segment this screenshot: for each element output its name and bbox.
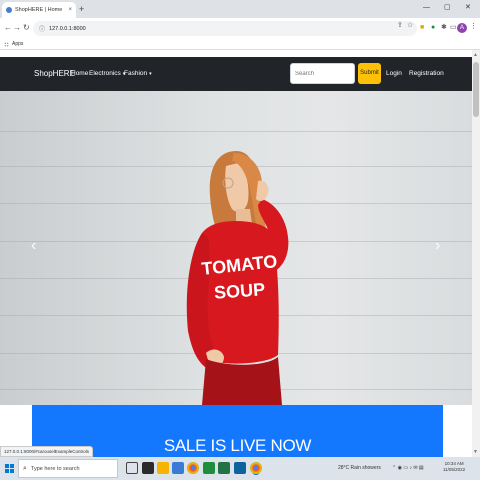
scroll-up-icon[interactable]: ▲ bbox=[473, 52, 478, 58]
carousel-prev-icon[interactable]: ‹ bbox=[31, 236, 36, 256]
site-navbar: ShopHERE Home Electronics▾ Fashion▾ Subm… bbox=[0, 57, 472, 91]
vscode-icon[interactable] bbox=[234, 462, 246, 474]
maximize-icon[interactable]: ▢ bbox=[444, 2, 451, 14]
taskbar-clock[interactable]: 10:34 AM 11/05/2022 bbox=[443, 461, 465, 473]
app-icon[interactable] bbox=[203, 462, 215, 474]
excel-icon[interactable] bbox=[218, 462, 230, 474]
link-status-url: 127.0.0.1:8000/#carouselExampleControls bbox=[0, 446, 94, 457]
task-view-icon[interactable] bbox=[126, 462, 138, 474]
carousel-next-icon[interactable]: › bbox=[435, 236, 440, 256]
browser-tab-active[interactable]: ShopHERE | Home × bbox=[2, 2, 76, 18]
weather-widget[interactable]: 28°C Rain showers bbox=[338, 464, 381, 472]
bookmarks-bar: Apps bbox=[0, 39, 480, 50]
extensions-puzzle-icon[interactable]: ✱ bbox=[441, 23, 447, 33]
windows-start-icon[interactable] bbox=[5, 464, 14, 473]
search-input[interactable] bbox=[290, 63, 355, 84]
sale-banner: SALE IS LIVE NOW bbox=[32, 405, 443, 457]
tab-close-icon[interactable]: × bbox=[68, 7, 72, 13]
close-window-icon[interactable]: ✕ bbox=[465, 2, 471, 14]
carousel-hero-image: TOMATO SOUP bbox=[186, 151, 289, 405]
scroll-down-icon[interactable]: ▼ bbox=[473, 449, 478, 455]
bookmark-apps[interactable]: Apps bbox=[12, 41, 23, 47]
tab-strip: ShopHERE | Home × + — ▢ ✕ bbox=[0, 0, 480, 18]
new-tab-icon[interactable]: + bbox=[79, 3, 84, 15]
back-icon[interactable]: ← bbox=[4, 22, 12, 34]
tray-icons[interactable]: ⌃ ◉ ▭ ♪ ✉ ▤ bbox=[392, 464, 424, 472]
extension-icon[interactable]: ■ bbox=[420, 23, 424, 33]
login-link[interactable]: Login bbox=[386, 69, 402, 79]
shirt-text-line2: SOUP bbox=[213, 279, 265, 303]
submit-button[interactable]: Submit bbox=[358, 63, 381, 84]
taskbar-search-placeholder: Type here to search bbox=[30, 465, 80, 472]
store-icon[interactable] bbox=[172, 462, 184, 474]
site-favicon-icon bbox=[6, 7, 12, 13]
sale-banner-text: SALE IS LIVE NOW bbox=[163, 436, 312, 455]
nav-home[interactable]: Home bbox=[71, 69, 88, 79]
hero-carousel: TOMATO SOUP ‹ › bbox=[0, 91, 472, 405]
file-explorer-icon[interactable] bbox=[157, 462, 169, 474]
window-icon[interactable]: ▭ bbox=[450, 23, 457, 33]
bookmark-star-icon[interactable]: ☆ bbox=[407, 20, 413, 32]
extension-icon[interactable]: ● bbox=[431, 23, 435, 33]
taskbar-search[interactable]: ⌕ Type here to search bbox=[18, 459, 118, 478]
profile-avatar[interactable]: A bbox=[457, 23, 467, 33]
minimize-icon[interactable]: — bbox=[423, 2, 430, 14]
nav-electronics-dropdown[interactable]: Electronics ▾ bbox=[89, 69, 125, 79]
registration-link[interactable]: Registration bbox=[409, 69, 444, 79]
browser-toolbar: ← → ↻ ⓘ 127.0.0.1:8000 ⇪ ☆ ■ ● ✱ ▭ bbox=[0, 18, 480, 39]
chrome-active-icon[interactable] bbox=[250, 462, 262, 474]
clock-date: 11/05/2022 bbox=[443, 467, 466, 472]
search-icon: ⌕ bbox=[23, 464, 27, 472]
wall-line bbox=[0, 131, 472, 132]
page-scrollbar[interactable]: ▲ ▼ bbox=[472, 50, 480, 457]
windows-taskbar: ⌕ Type here to search 28°C Rain showers … bbox=[0, 457, 480, 480]
browser-menu-icon[interactable]: ⋮ bbox=[470, 22, 477, 30]
brand-logo[interactable]: ShopHERE bbox=[34, 68, 75, 80]
widgets-icon[interactable] bbox=[142, 462, 154, 474]
share-icon[interactable]: ⇪ bbox=[397, 20, 403, 32]
nav-fashion-dropdown[interactable]: Fashion ▾ bbox=[124, 69, 152, 79]
tab-title: ShopHERE | Home bbox=[15, 7, 63, 13]
chevron-down-icon: ▾ bbox=[149, 71, 152, 77]
address-bar[interactable]: ⓘ 127.0.0.1:8000 bbox=[33, 21, 417, 36]
nav-fashion-label: Fashion bbox=[124, 70, 148, 77]
web-page: ShopHERE Home Electronics▾ Fashion▾ Subm… bbox=[0, 50, 472, 457]
apps-grid-icon bbox=[4, 41, 9, 47]
site-info-icon[interactable]: ⓘ bbox=[39, 24, 45, 33]
forward-icon[interactable]: → bbox=[13, 22, 21, 34]
reload-icon[interactable]: ↻ bbox=[23, 22, 30, 34]
nav-electronics-label: Electronics bbox=[89, 70, 121, 77]
scroll-thumb[interactable] bbox=[473, 62, 479, 117]
chrome-icon[interactable] bbox=[187, 462, 199, 474]
address-url: 127.0.0.1:8000 bbox=[49, 25, 86, 32]
